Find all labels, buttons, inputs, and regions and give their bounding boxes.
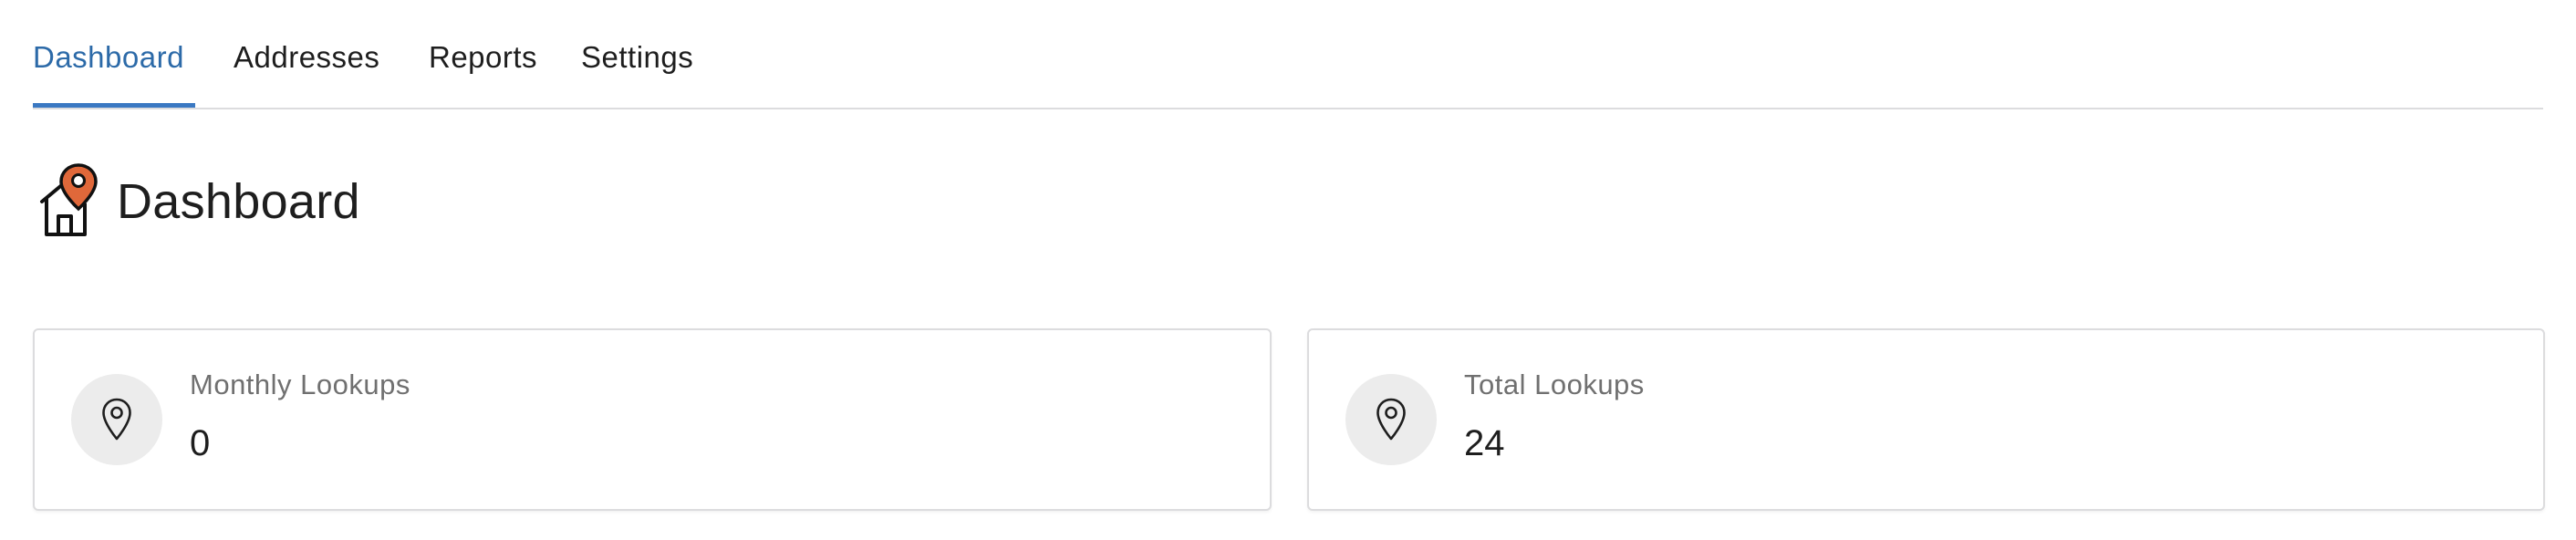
location-pin-icon [102,398,131,441]
stat-label: Total Lookups [1464,369,1645,400]
page-title: Dashboard [117,174,360,229]
active-tab-indicator [33,103,195,108]
tab-reports[interactable]: Reports [429,40,537,75]
page-header: Dashboard [36,161,360,243]
stat-value: 24 [1464,423,1505,463]
stat-card-total-lookups: Total Lookups 24 [1307,328,2545,511]
stat-label: Monthly Lookups [190,369,410,400]
stat-card-monthly-lookups: Monthly Lookups 0 [33,328,1272,511]
tab-addresses[interactable]: Addresses [234,40,379,75]
stat-value: 0 [190,423,211,463]
house-location-pin-icon [40,163,98,236]
location-pin-icon [1376,398,1406,441]
tab-settings[interactable]: Settings [581,40,693,75]
tab-bar: Dashboard Addresses Reports Settings [33,0,2543,109]
tab-dashboard[interactable]: Dashboard [33,40,184,75]
stat-icon-badge [71,374,162,465]
stat-icon-badge [1345,374,1437,465]
